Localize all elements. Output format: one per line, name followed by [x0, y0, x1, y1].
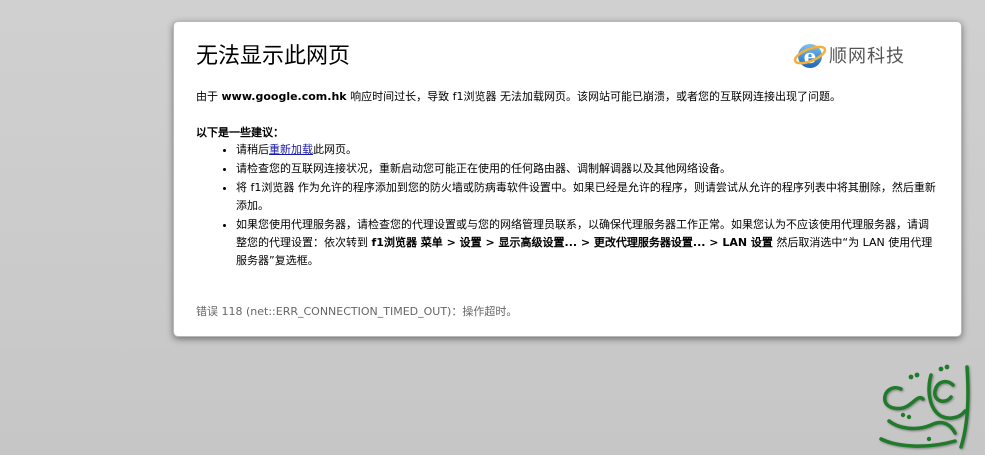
suggestion-check-connection: 请检查您的互联网连接状况，重新启动您可能正在使用的任何路由器、调制解调器以及其他…	[236, 160, 939, 178]
error-code: 错误 118 (net::ERR_CONNECTION_TIMED_OUT)：操…	[196, 305, 518, 318]
suggestions-list: 请稍后重新加载此网页。 请检查您的互联网连接状况，重新启动您可能正在使用的任何路…	[196, 141, 939, 270]
error-card: 无法显示此网页 e 顺网科技 由于 www.google.com.hk 响应时间…	[173, 21, 962, 337]
message-host: www.google.com.hk	[221, 90, 347, 103]
brand-logo: e 顺网科技	[793, 38, 905, 72]
suggestion-proxy: 如果您使用代理服务器，请检查您的代理设置或与您的网络管理员联系，以确保代理服务器…	[236, 216, 939, 270]
message-post: 响应时间过长，导致 f1浏览器 无法加载网页。该网站可能已崩溃，或者您的互联网连…	[346, 90, 841, 103]
suggestions-heading: 以下是一些建议：	[196, 126, 284, 139]
s1-pre: 请稍后	[236, 143, 269, 156]
brand-name: 顺网科技	[829, 46, 905, 67]
reload-link[interactable]: 重新加载	[269, 143, 313, 156]
s1-post: 此网页。	[313, 143, 357, 156]
calligraphy-signature-watermark	[879, 364, 970, 449]
message-pre: 由于	[196, 90, 222, 103]
card-header: 无法显示此网页 e 顺网科技	[196, 42, 939, 82]
error-message: 由于 www.google.com.hk 响应时间过长，导致 f1浏览器 无法加…	[196, 88, 939, 106]
s4-path: f1浏览器 菜单 > 设置 > 显示高级设置... > 更改代理服务器设置...…	[371, 236, 773, 249]
globe-e-icon: e	[793, 44, 827, 68]
suggestion-reload: 请稍后重新加载此网页。	[236, 141, 939, 159]
suggestion-firewall: 将 f1浏览器 作为允许的程序添加到您的防火墙或防病毒软件设置中。如果已经是允许…	[236, 179, 939, 215]
